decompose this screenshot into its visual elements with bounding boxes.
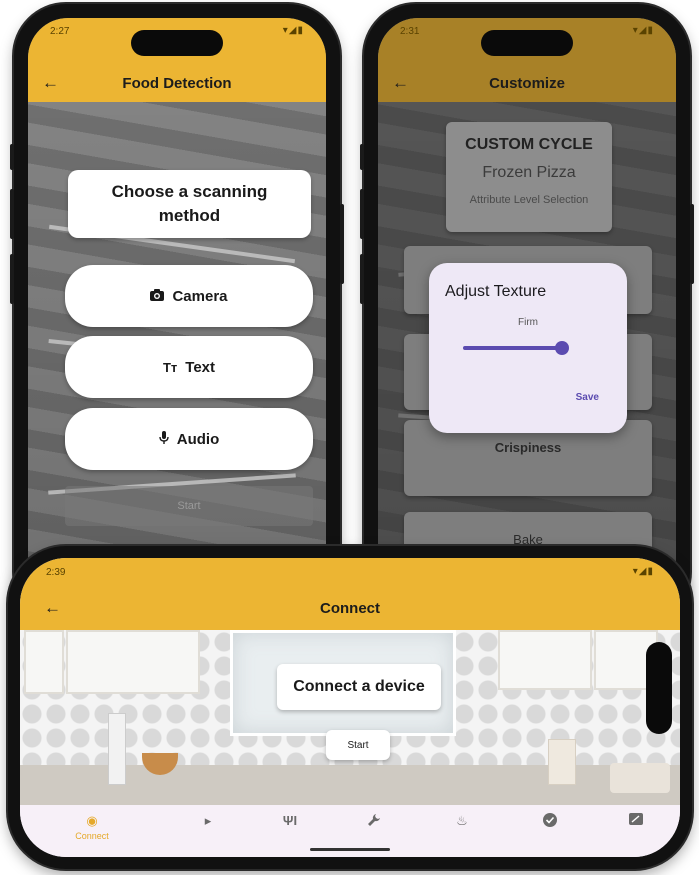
phone-customize: ← Customize 2:31 ▾◢▮ CUSTOM CYCLE Frozen… [360, 4, 694, 624]
nav-cook[interactable]: ♨ [442, 813, 482, 829]
side-button [360, 189, 364, 239]
status-time: 2:39 [46, 567, 66, 578]
app-title: Connect [320, 600, 380, 617]
status-bar: 2:39 ▾◢▮ [20, 558, 680, 588]
connect-heading-card: Connect a device [277, 664, 441, 710]
start-button-disabled[interactable]: Start [65, 486, 313, 526]
flame-icon: ♨ [456, 813, 468, 828]
play-icon: ▸ [204, 813, 212, 828]
start-button[interactable]: Start [326, 730, 390, 760]
start-label: Start [177, 500, 201, 512]
side-button [360, 144, 364, 170]
jar [548, 739, 576, 785]
scan-method-heading-card: Choose a scanning method [68, 170, 311, 238]
start-label: Start [347, 739, 369, 751]
nav-recipes[interactable]: ΨI [270, 813, 310, 828]
wrench-icon [367, 814, 381, 830]
connect-heading: Connect a device [293, 678, 425, 695]
status-icons: ▾◢▮ [282, 25, 304, 36]
save-button[interactable]: Save [576, 392, 599, 403]
crispiness-label: Crispiness [494, 440, 562, 455]
text-button[interactable]: Tт Text [65, 336, 313, 398]
phone-food-detection: ← Food Detection 2:27 ▾◢▮ Choose a scann… [10, 4, 344, 624]
dialog-title: Adjust Texture [445, 283, 547, 300]
nav-connect-label: Connect [75, 831, 109, 841]
audio-label: Audio [176, 430, 220, 448]
cycle-title: CUSTOM CYCLE [465, 136, 593, 153]
side-button [10, 144, 14, 170]
nav-feedback[interactable] [616, 813, 656, 830]
connect-icon: ◉ [86, 813, 98, 828]
slider-value-label: Firm [518, 317, 538, 328]
nav-connect[interactable]: ◉ Connect [72, 813, 112, 841]
custom-cycle-card: CUSTOM CYCLE Frozen Pizza Attribute Leve… [446, 122, 612, 232]
camera-icon [150, 288, 165, 304]
cycle-subtitle: Attribute Level Selection [469, 194, 589, 206]
bake-label: Bake [513, 532, 543, 547]
nav-settings[interactable] [354, 813, 394, 830]
side-button [340, 204, 344, 284]
side-button [360, 254, 364, 304]
scan-method-heading: Choose a scanning method [111, 182, 268, 225]
dynamic-island [646, 642, 672, 734]
nav-play[interactable]: ▸ [188, 813, 228, 829]
cycle-food: Frozen Pizza [482, 164, 576, 181]
kitchen-background-photo [20, 630, 680, 805]
dynamic-island [481, 30, 573, 56]
side-button [10, 254, 14, 304]
camera-button[interactable]: Camera [65, 265, 313, 327]
phone-connect: ← Connect 2:39 ▾◢▮ Connect a device Star… [8, 546, 692, 869]
home-indicator [310, 848, 390, 851]
microphone-icon [159, 430, 169, 448]
side-button [10, 189, 14, 239]
bottom-navigation: ◉ Connect ▸ ΨI ♨ [20, 805, 680, 857]
slider-thumb[interactable] [555, 341, 569, 355]
screen: ← Connect 2:39 ▾◢▮ Connect a device Star… [20, 558, 680, 857]
status-icons: ▾◢▮ [632, 566, 654, 577]
text-label: Text [185, 358, 216, 376]
check-circle-icon [543, 813, 557, 830]
screen: ← Food Detection 2:27 ▾◢▮ Choose a scann… [28, 18, 326, 610]
nav-done[interactable] [530, 813, 570, 830]
pot [610, 763, 670, 793]
status-time: 2:27 [50, 26, 70, 37]
utensils-icon: ΨI [282, 813, 298, 828]
text-icon: Tт [162, 359, 178, 375]
texture-slider[interactable] [463, 341, 569, 355]
screen: ← Customize 2:31 ▾◢▮ CUSTOM CYCLE Frozen… [378, 18, 676, 610]
slider-track [463, 346, 563, 350]
camera-label: Camera [172, 287, 228, 305]
app-title: Customize [489, 75, 565, 92]
status-icons: ▾◢▮ [632, 25, 654, 36]
adjust-texture-dialog: Adjust Texture Firm Save [429, 263, 627, 433]
bottle [108, 713, 126, 785]
audio-button[interactable]: Audio [65, 408, 313, 470]
status-time: 2:31 [400, 26, 420, 37]
feedback-icon [629, 813, 643, 830]
dynamic-island [131, 30, 223, 56]
side-button [690, 204, 694, 284]
app-title: Food Detection [122, 75, 232, 92]
